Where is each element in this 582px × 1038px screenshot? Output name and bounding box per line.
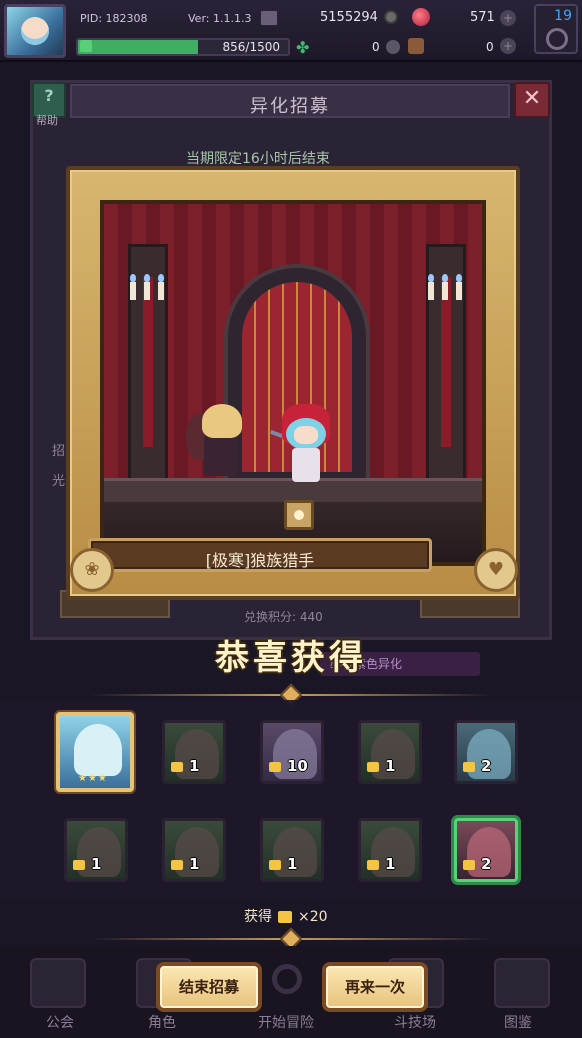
side-label-1: 招 [52,444,66,459]
clover-icon: ✤ [296,38,310,57]
nav-adventure[interactable]: 开始冒险 [258,1012,314,1032]
gem-icon [412,8,430,26]
reward-quantity-value: 2 [481,855,492,873]
reward-card[interactable]: 10 [260,720,324,784]
throne-room-scene [100,200,486,566]
reward-card[interactable]: 2 [454,720,518,784]
obtained-count: ×20 [298,909,328,925]
reward-quantity: 1 [269,855,297,873]
coin-icon [384,10,398,24]
settings-ring-icon [546,28,568,50]
codex-icon[interactable] [494,958,550,1008]
reward-quantity-value: 1 [189,757,200,775]
reward-card[interactable]: 1 [162,720,226,784]
nav-codex[interactable]: 图鉴 [504,1012,532,1032]
player-avatar[interactable] [4,4,66,58]
version-label: Ver: 1.1.1.3 [188,12,252,25]
energy-text: 856/1500 [222,40,281,54]
reward-quantity: 2 [463,855,491,873]
right-candelabra [424,274,468,304]
left-candelabra [126,274,170,304]
reward-quantity-value: 1 [189,855,200,873]
coin-count: 5155294 [320,10,378,25]
help-label: 帮助 [36,114,58,127]
copy-icon[interactable] [260,10,278,26]
reward-quantity: 1 [367,855,395,873]
ring-count: 0 [372,40,380,54]
recruit-again-button[interactable]: 再来一次 [322,962,428,1012]
recruit-title-bar: 异化招募 [70,84,510,118]
reward-card[interactable]: 1 [260,818,324,882]
player-id: PID: 182308 [80,12,148,25]
reward-quantity: 1 [367,757,395,775]
nav-guild[interactable]: 公会 [46,1012,74,1032]
shard-icon [171,761,183,772]
top-status-bar: PID: 182308 Ver: 1.1.1.3 5155294 571 + 8… [0,0,582,62]
congrats-title: 恭喜获得 [215,638,367,678]
shard-icon [278,911,292,923]
shard-icon [269,761,281,772]
reward-quantity-value: 2 [481,757,492,775]
character-name: [极寒]狼族猎手 [205,551,315,570]
energy-icon [80,40,92,52]
character-showcase-frame [66,166,520,600]
shard-icon [463,859,475,870]
obtained-summary: 获得 ×20 [244,906,328,926]
reward-quantity-value: 10 [287,757,308,775]
boot-icon [408,38,424,54]
gem-count: 571 [470,10,495,25]
nav-character[interactable]: 角色 [148,1012,176,1032]
energy-bar: 856/1500 [76,38,290,56]
character-name-plate: [极寒]狼族猎手 [88,538,432,572]
reward-quantity: 1 [73,855,101,873]
wolf-hunter-sprite [270,404,342,484]
nav-arena[interactable]: 斗技场 [394,1012,436,1032]
guild-icon[interactable] [30,958,86,1008]
reward-quantity-value: 1 [385,757,396,775]
heart-badge-icon: ♥ [474,548,518,592]
shard-icon [367,859,379,870]
rarity-stars: ★★★ [78,773,108,784]
energy-fill [78,40,198,54]
reward-card[interactable]: 1 [358,818,422,882]
search-icon[interactable] [272,964,302,994]
paw-badge-icon: ❀ [70,548,114,592]
reward-card[interactable]: 1 [162,818,226,882]
reward-quantity-value: 1 [91,855,102,873]
reward-quantity: 1 [171,757,199,775]
recruit-title: 异化招募 [250,96,330,117]
level-number: 19 [554,8,572,24]
end-recruit-button[interactable]: 结束招募 [156,962,262,1012]
reward-quantity: 10 [269,757,308,775]
obtained-label: 获得 [244,909,272,925]
boot-count: 0 [486,40,494,54]
add-gems-icon[interactable]: + [500,10,516,26]
reward-quantity: 1 [171,855,199,873]
question-icon: ? [44,86,54,105]
shard-icon [171,859,183,870]
reward-card[interactable]: 1 [64,818,128,882]
shard-icon [367,761,379,772]
side-label-2: 光 [52,474,66,489]
shard-icon [73,859,85,870]
reward-quantity-value: 1 [385,855,396,873]
level-button[interactable]: 19 [534,4,578,54]
reward-card[interactable]: 1 [358,720,422,784]
close-button[interactable]: ✕ [514,82,550,118]
add-stamina-icon[interactable]: + [500,38,516,54]
shard-icon [269,859,281,870]
shard-icon [463,761,475,772]
limited-time-notice: 当期限定16小时后结束 [186,151,330,167]
reward-card[interactable]: 2 [454,818,518,882]
character-portrait [74,724,122,776]
reward-quantity-value: 1 [287,855,298,873]
exchange-points: 兑换积分: 440 [244,610,323,624]
blonde-character-sprite [186,404,248,480]
featured-character-card[interactable]: ★★★ [56,712,134,792]
reward-quantity: 2 [463,757,491,775]
element-emblem-icon [284,500,314,530]
ring-icon [386,40,400,54]
